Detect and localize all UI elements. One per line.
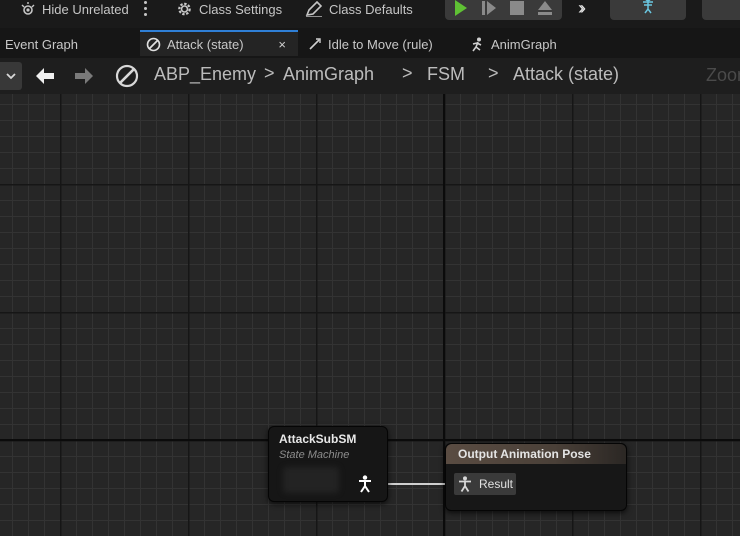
extra-toolbar-button[interactable] xyxy=(702,0,740,20)
toolbar: Hide Unrelated Class Settings Class Defa… xyxy=(0,0,740,28)
zoom-label: Zoom xyxy=(706,65,740,85)
node-title: AttackSubSM xyxy=(279,432,357,446)
forward-arrow-icon[interactable] xyxy=(72,64,96,88)
chevron-down-icon[interactable] xyxy=(0,62,22,90)
breadcrumb-separator: > xyxy=(264,63,275,83)
class-settings-label: Class Settings xyxy=(199,1,283,17)
back-arrow-icon[interactable] xyxy=(33,64,57,88)
tab-animgraph[interactable]: AnimGraph xyxy=(470,30,557,58)
step-icon[interactable] xyxy=(479,0,499,16)
pose-output-pin-icon[interactable] xyxy=(357,475,373,493)
pin-label: Result xyxy=(479,477,514,491)
hide-unrelated-label: Hide Unrelated xyxy=(42,1,129,17)
class-defaults-button[interactable]: Class Defaults xyxy=(305,0,413,18)
tab-event-graph[interactable]: Event Graph xyxy=(5,30,78,58)
state-icon xyxy=(115,64,139,88)
more-tools-icon[interactable]: ›› xyxy=(578,0,586,19)
hide-unrelated-icon xyxy=(20,2,36,16)
state-machine-node[interactable]: AttackSubSM State Machine xyxy=(268,426,388,502)
tab-bar: Event Graph Attack (state) × Idle to Mov… xyxy=(0,28,740,58)
play-icon[interactable] xyxy=(451,0,471,16)
output-animation-pose-node[interactable]: Output Animation Pose Result xyxy=(445,443,627,511)
node-subtitle: State Machine xyxy=(279,449,350,461)
pencil-icon xyxy=(305,1,323,17)
breadcrumb: ABP_Enemy > AnimGraph > FSM > Attack (st… xyxy=(0,58,740,94)
class-settings-button[interactable]: Class Settings xyxy=(176,0,282,18)
breadcrumb-item[interactable]: Attack (state) xyxy=(513,64,619,85)
more-options-icon[interactable] xyxy=(140,0,150,18)
tab-attack-state[interactable]: Attack (state) × xyxy=(140,30,298,56)
stop-icon[interactable] xyxy=(507,0,527,16)
tab-label: AnimGraph xyxy=(491,36,557,52)
breadcrumb-item[interactable]: ABP_Enemy xyxy=(154,64,256,85)
graph-canvas[interactable]: AttackSubSM State Machine Output Animati… xyxy=(0,94,740,536)
state-icon xyxy=(146,37,161,52)
tab-label: Attack (state) xyxy=(167,36,244,52)
tab-label: Idle to Move (rule) xyxy=(328,36,433,52)
breadcrumb-separator: > xyxy=(402,63,413,83)
gear-icon xyxy=(176,1,193,17)
class-defaults-label: Class Defaults xyxy=(329,1,413,17)
eject-icon[interactable] xyxy=(535,0,555,16)
pose-input-pin-icon xyxy=(458,476,472,492)
breadcrumb-separator: > xyxy=(488,63,499,83)
skeleton-button[interactable] xyxy=(610,0,686,20)
result-pin[interactable]: Result xyxy=(454,473,516,495)
node-preview xyxy=(283,467,339,493)
skeleton-icon xyxy=(639,0,657,20)
transition-rule-icon xyxy=(308,37,322,51)
breadcrumb-item[interactable]: FSM xyxy=(427,64,465,85)
tab-label: Event Graph xyxy=(5,36,78,52)
play-controls xyxy=(445,0,562,20)
close-icon[interactable]: × xyxy=(278,37,286,52)
node-title: Output Animation Pose xyxy=(458,447,591,461)
hide-unrelated-button[interactable]: Hide Unrelated xyxy=(20,0,129,18)
tab-idle-to-move-rule[interactable]: Idle to Move (rule) xyxy=(308,30,433,58)
animgraph-icon xyxy=(470,37,485,52)
breadcrumb-item[interactable]: AnimGraph xyxy=(283,64,374,85)
